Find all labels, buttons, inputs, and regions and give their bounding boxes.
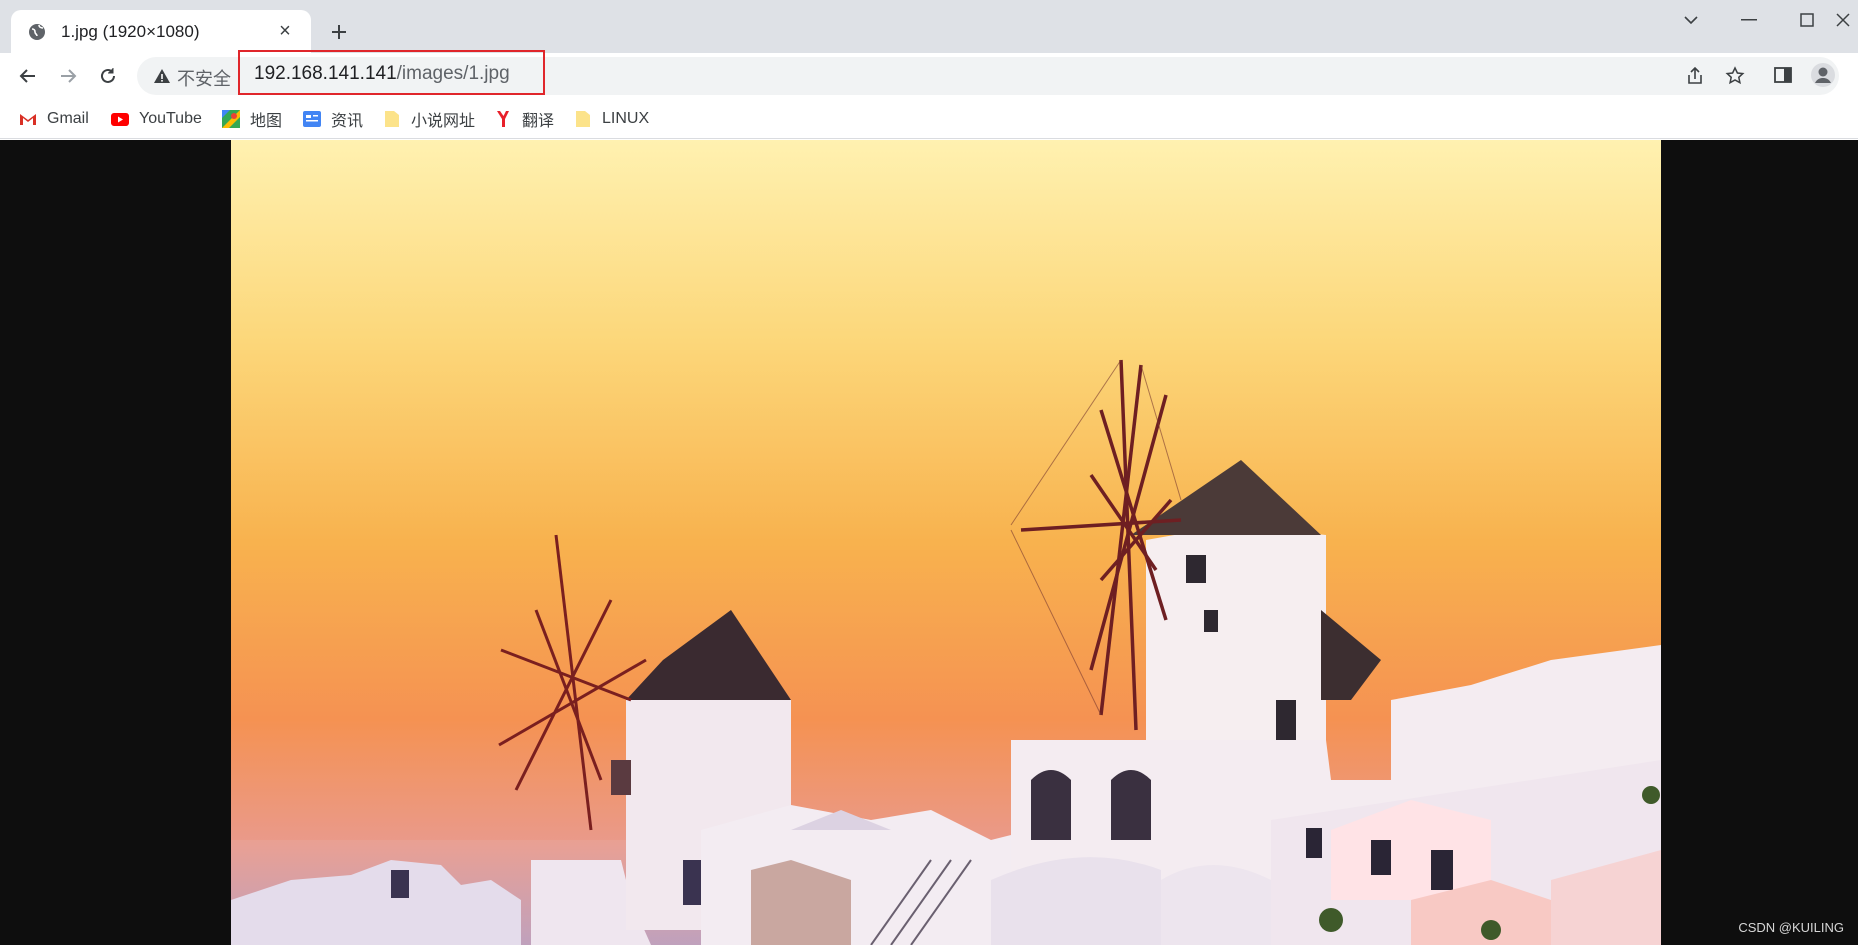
watermark: CSDN @KUILING bbox=[1738, 920, 1844, 935]
bookmark-label: LINUX bbox=[602, 110, 650, 127]
url-text[interactable]: 192.168.141.141/images/1.jpg bbox=[254, 63, 510, 85]
url-highlight-box[interactable]: 192.168.141.141/images/1.jpg bbox=[238, 50, 545, 95]
share-icon[interactable] bbox=[1684, 65, 1706, 87]
star-icon[interactable] bbox=[1724, 65, 1746, 87]
displayed-image[interactable] bbox=[231, 140, 1661, 945]
security-label[interactable]: 不安全 bbox=[177, 65, 231, 91]
maps-icon bbox=[222, 110, 240, 128]
gmail-icon bbox=[19, 110, 37, 128]
tab-title: 1.jpg (1920×1080) bbox=[61, 21, 200, 41]
folder-icon bbox=[574, 110, 592, 128]
chevron-down-icon[interactable] bbox=[1662, 0, 1720, 40]
globe-icon bbox=[27, 22, 47, 42]
bookmark-label: Gmail bbox=[47, 110, 89, 127]
bookmark-label: 翻译 bbox=[522, 113, 555, 130]
arrow-left-icon bbox=[19, 69, 35, 83]
reload-button[interactable] bbox=[91, 59, 125, 93]
bookmark-gmail[interactable]: Gmail bbox=[19, 106, 89, 132]
translate-icon bbox=[494, 110, 512, 128]
bookmark-folder-novels[interactable]: 小说网址 bbox=[383, 106, 475, 132]
bookmark-translate[interactable]: 翻译 bbox=[494, 106, 554, 132]
bookmark-maps[interactable]: 地图 bbox=[222, 106, 282, 132]
sunset-windmill-photo bbox=[231, 140, 1661, 945]
forward-button[interactable] bbox=[51, 59, 85, 93]
bookmark-folder-linux[interactable]: LINUX bbox=[574, 106, 649, 132]
url-path: /images/1.jpg bbox=[396, 63, 510, 84]
image-viewer: CSDN @KUILING bbox=[0, 140, 1858, 945]
profile-avatar-icon[interactable] bbox=[1810, 62, 1836, 88]
address-bar[interactable]: 不安全 192.168.141.141/images/1.jpg bbox=[137, 50, 1839, 95]
tab-strip: 1.jpg (1920×1080) × bbox=[0, 0, 1858, 53]
warning-icon[interactable] bbox=[153, 67, 171, 85]
reload-icon bbox=[101, 68, 115, 83]
url-host: 192.168.141.141 bbox=[254, 63, 397, 84]
toolbar: 不安全 192.168.141.141/images/1.jpg bbox=[0, 50, 1858, 99]
new-tab-button[interactable] bbox=[324, 17, 354, 47]
bookmark-label: 地图 bbox=[250, 113, 283, 130]
arrow-right-icon bbox=[61, 69, 77, 83]
maximize-icon[interactable] bbox=[1778, 0, 1836, 40]
side-panel-icon[interactable] bbox=[1770, 62, 1796, 88]
bookmark-label: 资讯 bbox=[331, 113, 364, 130]
bookmarks-bar: Gmail YouTube 地图 资讯 小说网址 翻译 LINUX bbox=[0, 99, 1858, 139]
tab-image[interactable]: 1.jpg (1920×1080) × bbox=[11, 10, 311, 53]
bookmark-label: 小说网址 bbox=[411, 113, 476, 130]
bookmark-news[interactable]: 资讯 bbox=[303, 106, 363, 132]
news-icon bbox=[303, 110, 321, 128]
bookmark-label: YouTube bbox=[139, 110, 202, 127]
browser-chrome: 1.jpg (1920×1080) × 不安全 192.168.141.141/… bbox=[0, 0, 1858, 140]
minimize-icon[interactable] bbox=[1720, 0, 1778, 40]
tab-close-icon[interactable]: × bbox=[273, 20, 297, 44]
folder-icon bbox=[383, 110, 401, 128]
bookmark-youtube[interactable]: YouTube bbox=[111, 106, 202, 132]
back-button[interactable] bbox=[11, 59, 45, 93]
close-icon[interactable] bbox=[1836, 0, 1858, 40]
youtube-icon bbox=[111, 110, 129, 128]
